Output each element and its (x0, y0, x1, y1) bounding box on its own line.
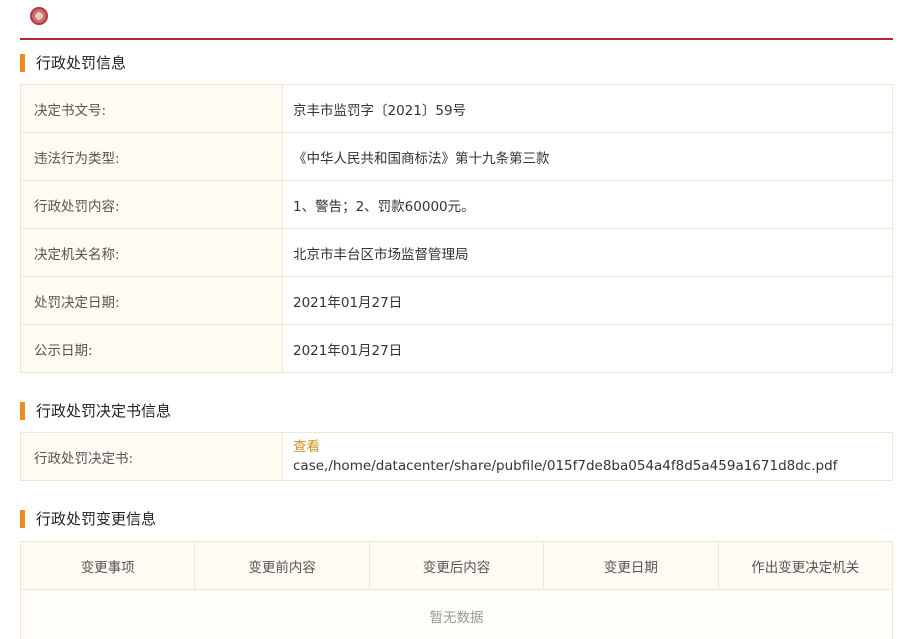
view-document-link[interactable]: 查看 (293, 438, 892, 456)
row-value-publish-date: 2021年01月27日 (282, 324, 893, 373)
row-value-decision-number: 京丰市监罚字〔2021〕59号 (282, 84, 893, 133)
row-value-penalty-content: 1、警告；2、罚款60000元。 (282, 180, 893, 229)
table-row: 暂无数据 (20, 589, 893, 639)
row-value-decision-date: 2021年01月27日 (282, 276, 893, 325)
column-header-change-item: 变更事项 (19, 541, 196, 590)
row-value-violation-type: 《中华人民共和国商标法》第十九条第三款 (282, 132, 893, 181)
row-value-authority: 北京市丰台区市场监督管理局 (282, 228, 893, 277)
table-row: 行政处罚决定书: 查看 case,/home/datacenter/share/… (20, 432, 893, 481)
column-header-after: 变更后内容 (368, 541, 545, 590)
empty-state-text: 暂无数据 (20, 589, 893, 639)
row-label-decision-doc: 行政处罚决定书: (20, 432, 283, 481)
file-path-text: case,/home/datacenter/share/pubfile/015f… (293, 457, 838, 474)
section-title-decision-doc: 行政处罚决定书信息 (20, 401, 171, 421)
row-value-decision-doc: 查看 case,/home/datacenter/share/pubfile/0… (282, 432, 893, 481)
table-row: 决定书文号: 京丰市监罚字〔2021〕59号 (20, 84, 893, 133)
table-row: 行政处罚内容: 1、警告；2、罚款60000元。 (20, 180, 893, 229)
column-header-before: 变更前内容 (194, 541, 370, 590)
column-header-change-date: 变更日期 (543, 541, 719, 590)
row-label-violation-type: 违法行为类型: (20, 132, 283, 181)
row-label-penalty-content: 行政处罚内容: (20, 180, 283, 229)
table-row: 处罚决定日期: 2021年01月27日 (20, 276, 893, 325)
section-title-change-info: 行政处罚变更信息 (20, 509, 156, 529)
table-header-row: 变更事项 变更前内容 变更后内容 变更日期 作出变更决定机关 (19, 541, 894, 590)
table-row: 决定机关名称: 北京市丰台区市场监督管理局 (20, 228, 893, 277)
top-bar (20, 0, 893, 40)
row-label-publish-date: 公示日期: (20, 324, 283, 373)
column-header-change-authority: 作出变更决定机关 (717, 541, 894, 590)
row-label-decision-date: 处罚决定日期: (20, 276, 283, 325)
row-label-decision-number: 决定书文号: (20, 84, 283, 133)
decision-doc-table: 行政处罚决定书: 查看 case,/home/datacenter/share/… (20, 432, 893, 481)
table-row: 违法行为类型: 《中华人民共和国商标法》第十九条第三款 (20, 132, 893, 181)
penalty-info-table: 决定书文号: 京丰市监罚字〔2021〕59号 违法行为类型: 《中华人民共和国商… (20, 84, 893, 373)
section-title-penalty-info: 行政处罚信息 (20, 53, 126, 73)
row-label-authority: 决定机关名称: (20, 228, 283, 277)
change-info-table: 变更事项 变更前内容 变更后内容 变更日期 作出变更决定机关 暂无数据 (19, 541, 894, 639)
table-row: 公示日期: 2021年01月27日 (20, 324, 893, 373)
seal-icon (30, 7, 48, 25)
